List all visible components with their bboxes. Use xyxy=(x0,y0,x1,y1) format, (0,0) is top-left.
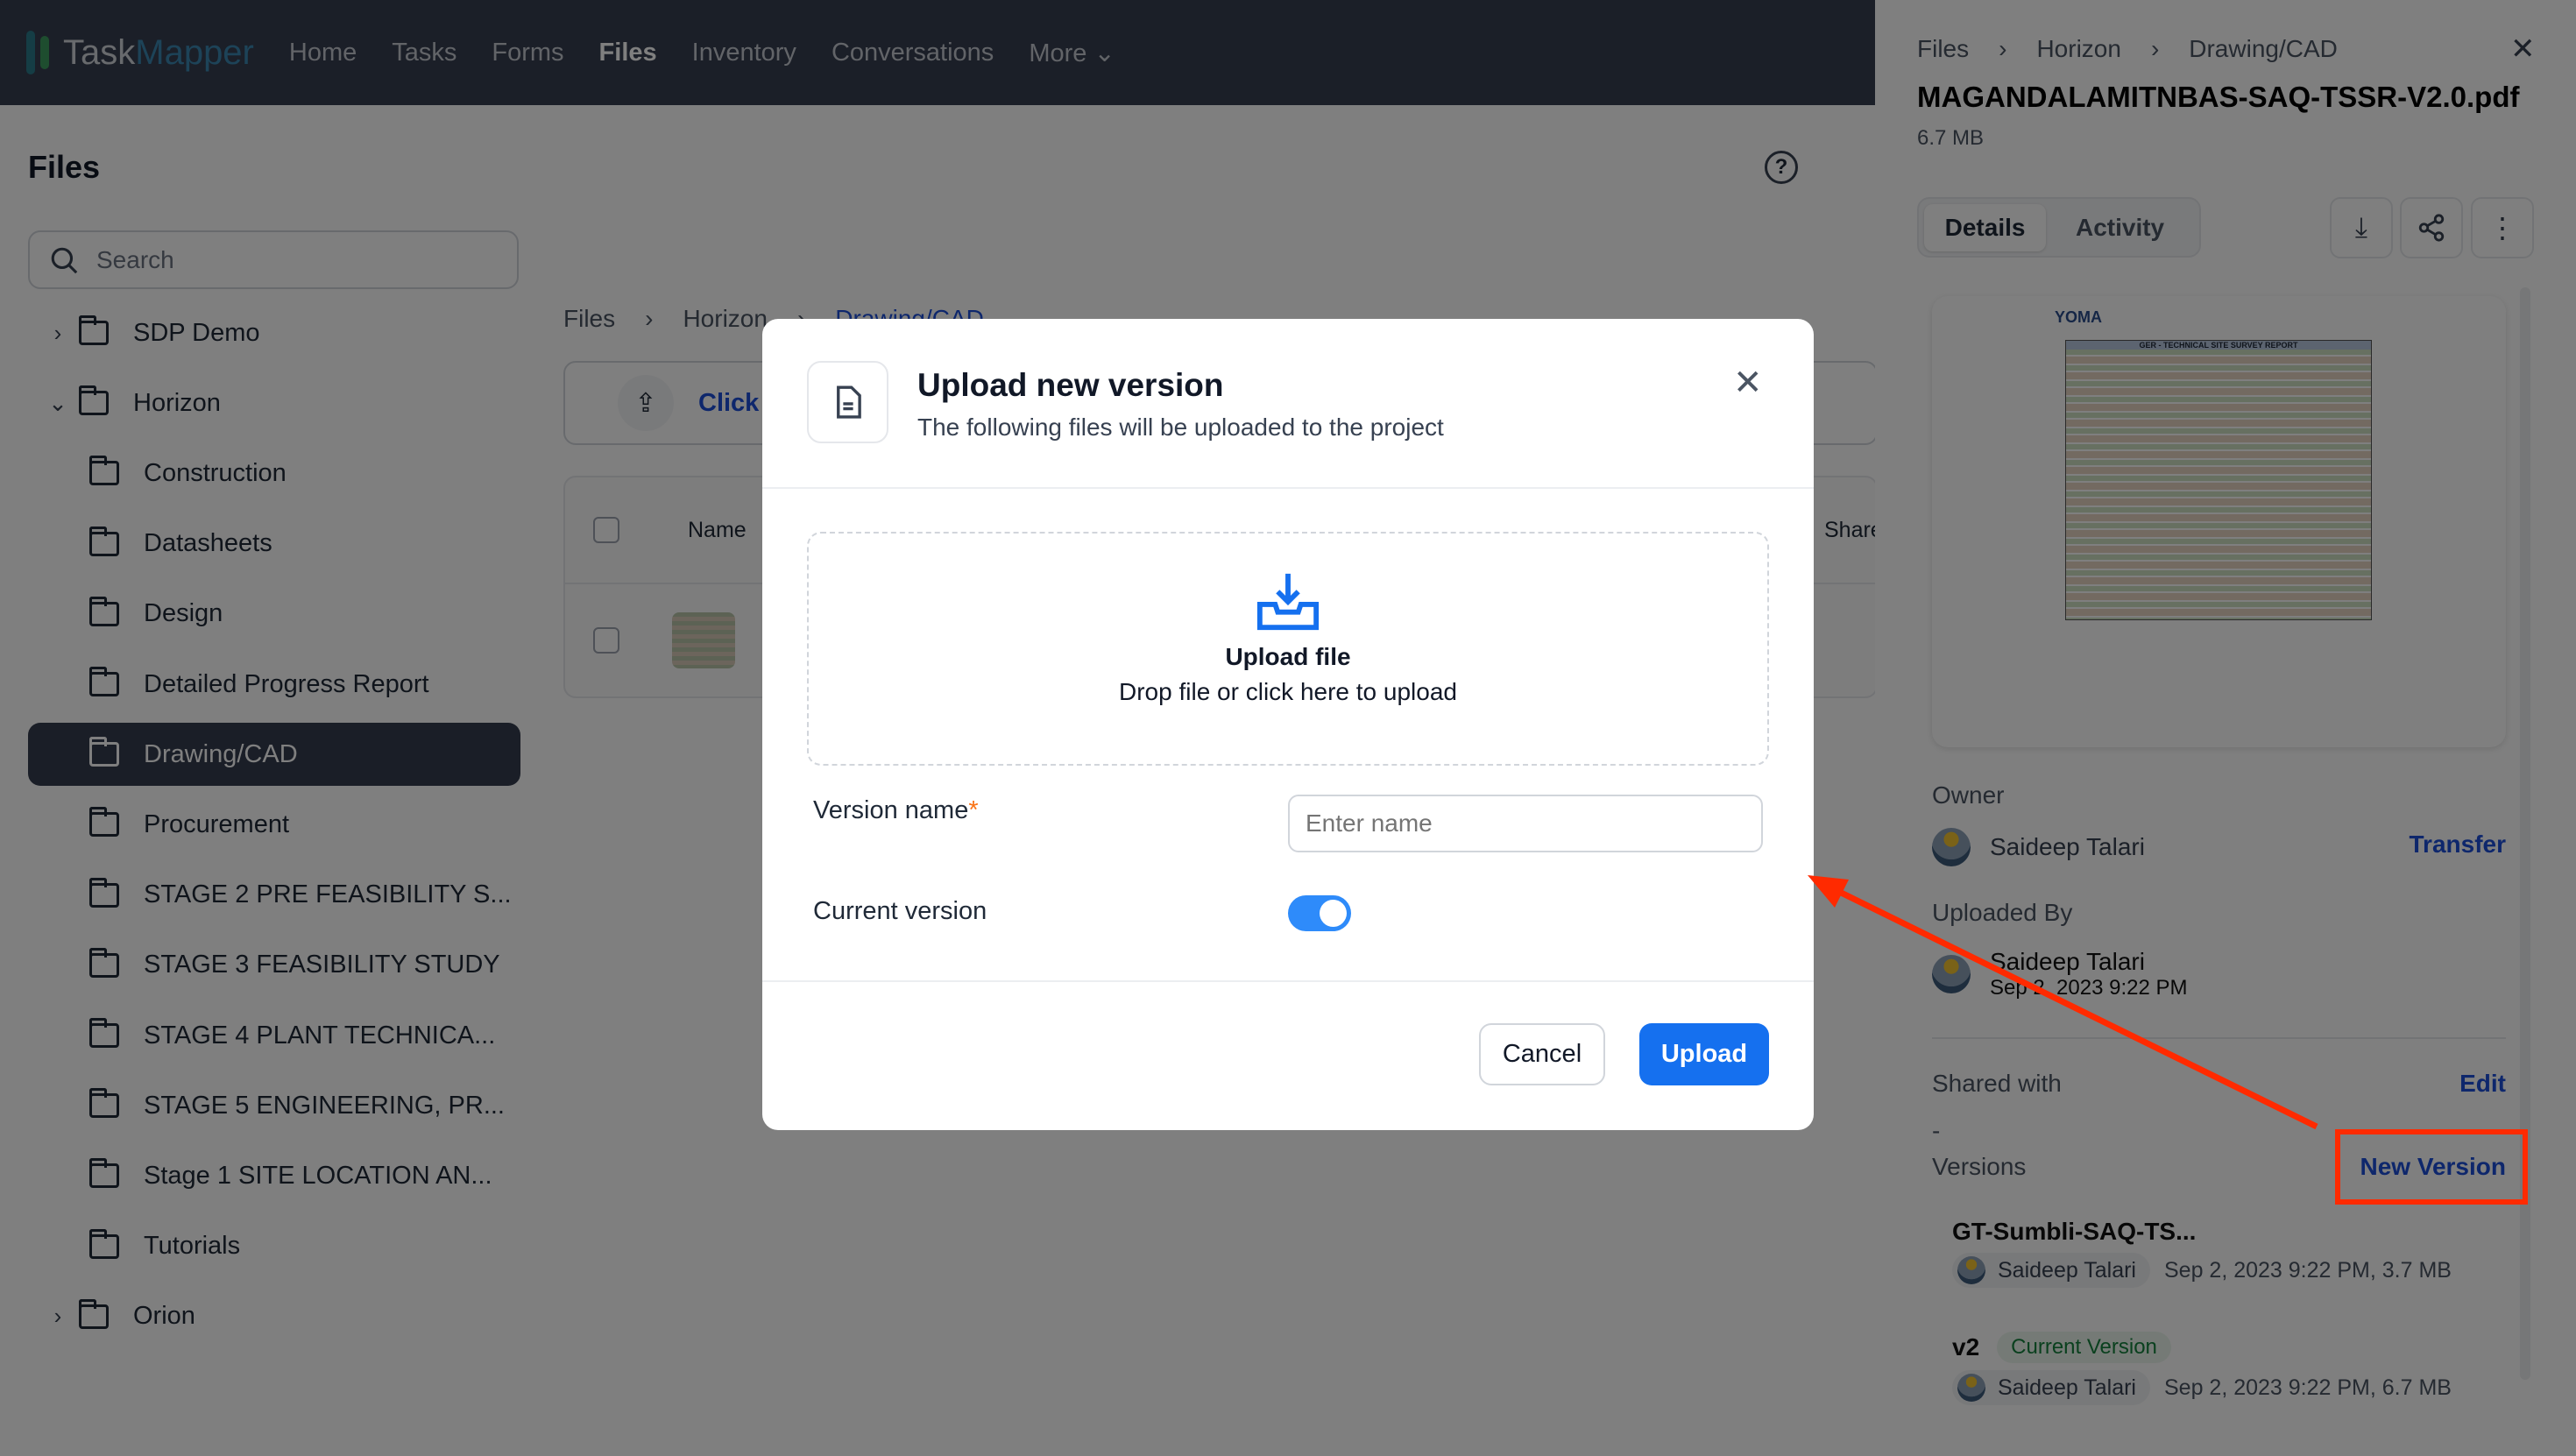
annotation-arrow xyxy=(1808,875,2528,1205)
annotation-box xyxy=(2335,1129,2528,1205)
